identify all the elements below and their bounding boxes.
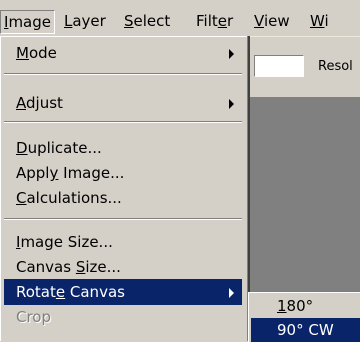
resolution-label: Resol xyxy=(318,59,353,74)
menu-filter[interactable]: Filter xyxy=(196,10,233,32)
menu-item-calculations[interactable]: Calculations... xyxy=(4,185,242,211)
menu-item-adjust[interactable]: Adjust xyxy=(4,90,242,116)
image-menu: Mode Adjust Duplicate... Apply Image... … xyxy=(0,36,250,341)
menu-item-apply-image-label-pre: Appl xyxy=(16,164,50,182)
menu-item-duplicate-label: uplicate... xyxy=(27,139,102,157)
menu-view[interactable]: View xyxy=(254,10,290,32)
menu-window-accelerator: W xyxy=(310,12,325,30)
menu-item-canvas-size[interactable]: Canvas Size... xyxy=(4,254,242,280)
menu-image[interactable]: Image xyxy=(0,10,55,34)
menu-item-apply-image-label: Image... xyxy=(58,164,125,182)
menu-item-crop-label: Crop xyxy=(16,308,52,326)
menu-item-rotate-canvas-accelerator: e xyxy=(55,283,66,301)
menu-filter-accelerator: e xyxy=(217,12,227,30)
submenu-item-90-cw-label: 90° CW xyxy=(277,321,334,339)
menu-item-canvas-size-label: ize... xyxy=(85,258,121,276)
menu-item-calculations-label: alculations... xyxy=(26,189,122,207)
menu-filter-label-pre: Filt xyxy=(196,12,218,30)
submenu-item-180-accelerator: 1 xyxy=(277,297,287,315)
options-bar: Resol xyxy=(248,37,360,93)
menu-item-duplicate[interactable]: Duplicate... xyxy=(4,135,242,161)
menu-window[interactable]: Wi xyxy=(310,10,329,32)
submenu-arrow-icon xyxy=(229,49,234,59)
menu-item-adjust-label: djust xyxy=(26,94,63,112)
rotate-canvas-submenu: 180° 90° CW xyxy=(248,292,360,342)
menu-item-mode-label: ode xyxy=(28,44,57,62)
menu-item-image-size-label: mage Size... xyxy=(20,233,113,251)
menu-separator xyxy=(4,73,242,75)
menu-select-accelerator: S xyxy=(124,12,134,30)
menu-item-adjust-accelerator: A xyxy=(16,94,26,112)
menu-item-duplicate-accelerator: D xyxy=(16,139,28,157)
menu-select-label: elect xyxy=(133,12,171,30)
submenu-arrow-icon xyxy=(229,288,234,298)
menu-item-image-size[interactable]: Image Size... xyxy=(4,229,242,255)
menu-select[interactable]: Select xyxy=(124,10,170,32)
menu-layer[interactable]: Layer xyxy=(64,10,106,32)
menu-item-calculations-accelerator: C xyxy=(16,189,27,207)
menu-separator xyxy=(4,121,242,123)
menu-item-rotate-canvas-label-pre: Rotat xyxy=(16,283,56,301)
menu-item-crop: Crop xyxy=(4,304,242,330)
menu-bar: Image Layer Select Filter View Wi xyxy=(0,0,360,37)
submenu-arrow-icon xyxy=(229,99,234,109)
menu-separator xyxy=(4,218,242,220)
options-input[interactable] xyxy=(254,55,304,77)
menu-view-label: iew xyxy=(263,12,290,30)
menu-item-canvas-size-accelerator: S xyxy=(75,258,86,276)
submenu-item-180-label: 80° xyxy=(286,297,314,315)
menu-item-apply-image[interactable]: Apply Image... xyxy=(4,160,242,186)
submenu-item-90-cw[interactable]: 90° CW xyxy=(251,318,360,342)
menu-window-label: i xyxy=(324,12,329,30)
menu-image-label: mage xyxy=(8,13,51,31)
menu-item-rotate-canvas[interactable]: Rotate Canvas xyxy=(4,279,242,305)
menu-view-accelerator: V xyxy=(254,12,264,30)
submenu-item-180[interactable]: 180° xyxy=(251,294,360,318)
menu-layer-label: ayer xyxy=(72,12,106,30)
menu-item-rotate-canvas-label: Canvas xyxy=(65,283,125,301)
menu-item-canvas-size-label-pre: Canvas xyxy=(16,258,76,276)
menu-item-mode-accelerator: M xyxy=(16,44,29,62)
menu-filter-label: r xyxy=(227,12,234,30)
menu-item-mode[interactable]: Mode xyxy=(4,40,242,66)
